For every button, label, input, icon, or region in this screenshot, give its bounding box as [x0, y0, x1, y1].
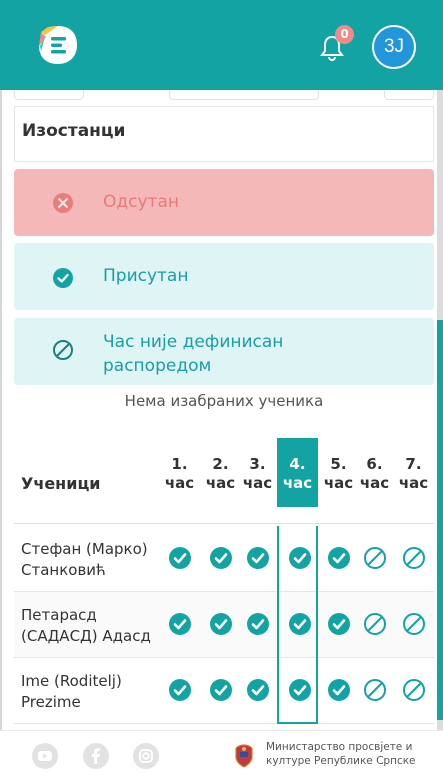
- ministry-name: Министарство просвјете и културе Републи…: [266, 741, 416, 767]
- tab-fragment[interactable]: [14, 90, 84, 100]
- app-header: 0 3J: [0, 0, 443, 90]
- check-circle-icon: [210, 547, 232, 569]
- slash-circle-icon: [364, 547, 386, 569]
- attendance-cell[interactable]: [318, 658, 359, 724]
- x-circle-icon: [53, 193, 73, 213]
- no-students-message: Нема изабраних ученика: [124, 392, 324, 410]
- attendance-cell[interactable]: [354, 658, 395, 724]
- status-option-absent[interactable]: Одсутан: [14, 169, 434, 236]
- status-label: Час није дефинисан распоредом: [103, 332, 284, 376]
- check-circle-icon: [328, 679, 350, 701]
- period-header-6[interactable]: 6. час: [354, 455, 395, 493]
- period-label: час: [164, 474, 195, 492]
- attendance-cell[interactable]: [237, 526, 278, 592]
- period-number: 1.: [171, 455, 188, 473]
- period-number: 4.: [289, 455, 306, 473]
- attendance-cell[interactable]: [237, 658, 278, 724]
- student-name: Стефан (Марко) Станковић: [21, 540, 148, 579]
- table-row: Ime (Roditelj) Prezime: [14, 658, 434, 724]
- check-circle-icon: [53, 268, 73, 288]
- period-header-3[interactable]: 3. час: [237, 455, 278, 493]
- students-column-header: Ученици: [21, 474, 101, 493]
- scrollbar-thumb[interactable]: [437, 320, 443, 720]
- period-header-1[interactable]: 1. час: [159, 455, 200, 493]
- check-circle-icon: [289, 547, 311, 569]
- attendance-cell[interactable]: [159, 526, 200, 592]
- attendance-cell[interactable]: [354, 526, 395, 592]
- student-name: Ime (Roditelj) Prezime: [21, 672, 122, 711]
- check-circle-icon: [210, 613, 232, 635]
- footer: Министарство просвјете и културе Републи…: [0, 730, 443, 777]
- attendance-cell[interactable]: [277, 592, 318, 658]
- period-header-2[interactable]: 2. час: [200, 455, 241, 493]
- student-name: Петарасд (САДАСД) Адасд: [21, 606, 151, 645]
- frame-border: [0, 90, 2, 777]
- check-circle-icon: [247, 679, 269, 701]
- notification-badge: 0: [335, 25, 354, 44]
- check-circle-icon: [289, 613, 311, 635]
- instagram-icon[interactable]: [133, 743, 159, 769]
- check-circle-icon: [169, 547, 191, 569]
- youtube-icon[interactable]: [32, 743, 58, 769]
- section-title: Изостанци: [14, 106, 434, 162]
- period-label: час: [323, 474, 354, 492]
- attendance-cell[interactable]: [277, 658, 318, 724]
- attendance-cell[interactable]: [159, 658, 200, 724]
- period-header-5[interactable]: 5. час: [318, 455, 359, 493]
- slash-circle-icon: [364, 613, 386, 635]
- period-number: 7.: [405, 455, 422, 473]
- user-avatar[interactable]: 3J: [372, 25, 416, 69]
- period-label: час: [205, 474, 236, 492]
- top-tab-strip: [14, 90, 434, 100]
- table-row: Стефан (Марко) Станковић: [14, 526, 434, 592]
- slash-circle-icon: [403, 679, 425, 701]
- check-circle-icon: [247, 547, 269, 569]
- period-number: 2.: [212, 455, 229, 473]
- attendance-cell[interactable]: [159, 592, 200, 658]
- attendance-cell[interactable]: [393, 526, 434, 592]
- period-number: 5.: [330, 455, 347, 473]
- check-circle-icon: [289, 679, 311, 701]
- period-header-4[interactable]: 4. час: [277, 438, 318, 507]
- status-option-undefined[interactable]: Час није дефинисан распоредом: [14, 318, 434, 385]
- period-number: 6.: [366, 455, 383, 473]
- slash-circle-icon: [53, 340, 73, 360]
- tab-fragment[interactable]: [384, 90, 434, 100]
- status-option-present[interactable]: Присутан: [14, 243, 434, 310]
- check-circle-icon: [328, 613, 350, 635]
- check-circle-icon: [247, 613, 269, 635]
- attendance-cell[interactable]: [318, 526, 359, 592]
- attendance-cell[interactable]: [200, 658, 241, 724]
- attendance-cell[interactable]: [354, 592, 395, 658]
- period-number: 3.: [249, 455, 266, 473]
- period-label: час: [359, 474, 390, 492]
- slash-circle-icon: [403, 613, 425, 635]
- status-label: Одсутан: [103, 192, 179, 212]
- period-label: час: [282, 474, 313, 492]
- check-circle-icon: [210, 679, 232, 701]
- table-row: Петарасд (САДАСД) Адасд: [14, 592, 434, 658]
- facebook-icon[interactable]: [83, 743, 109, 769]
- slash-circle-icon: [364, 679, 386, 701]
- coat-of-arms-icon: [235, 744, 253, 768]
- period-label: час: [398, 474, 429, 492]
- attendance-cell[interactable]: [393, 658, 434, 724]
- table-header: Ученици 1. час 2. час 3. час 4. час 5. час 6.…: [14, 438, 434, 524]
- attendance-cell[interactable]: [200, 526, 241, 592]
- attendance-cell[interactable]: [237, 592, 278, 658]
- check-circle-icon: [169, 613, 191, 635]
- attendance-cell[interactable]: [277, 526, 318, 592]
- attendance-cell[interactable]: [393, 592, 434, 658]
- check-circle-icon: [328, 547, 350, 569]
- attendance-cell[interactable]: [318, 592, 359, 658]
- period-label: час: [242, 474, 273, 492]
- slash-circle-icon: [403, 547, 425, 569]
- app-logo[interactable]: [36, 23, 80, 67]
- status-label: Присутан: [103, 266, 189, 286]
- period-header-7[interactable]: 7. час: [393, 455, 434, 493]
- check-circle-icon: [169, 679, 191, 701]
- tab-fragment[interactable]: [169, 90, 319, 100]
- attendance-cell[interactable]: [200, 592, 241, 658]
